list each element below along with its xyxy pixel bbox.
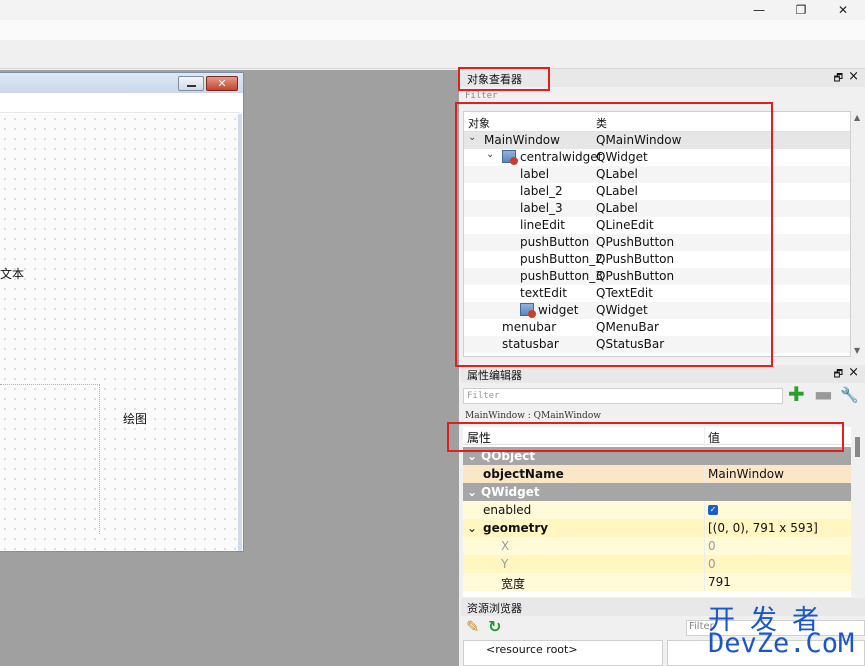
- property-name: X: [501, 539, 510, 553]
- property-name: geometry: [483, 521, 549, 535]
- property-name: objectName: [483, 467, 564, 481]
- form-close-icon[interactable]: ✕: [206, 76, 238, 91]
- minus-icon[interactable]: ▬: [814, 384, 833, 404]
- resource-tree[interactable]: <resource root>: [463, 640, 663, 666]
- property-name: enabled: [483, 503, 532, 517]
- float-icon[interactable]: 🗗: [834, 71, 843, 88]
- form-menubar[interactable]: [0, 93, 240, 113]
- object-tree-scrollbar[interactable]: ▲ ▼: [851, 111, 865, 357]
- designer-toolbar: [0, 40, 865, 69]
- property-name: 宽度: [501, 577, 526, 591]
- property-object-line: MainWindow : QMainWindow: [465, 411, 601, 421]
- widget-draw-area[interactable]: [0, 384, 100, 534]
- enabled-checkbox[interactable]: ✓: [708, 505, 718, 515]
- property-value[interactable]: 0: [708, 539, 716, 553]
- chevron-down-icon[interactable]: ⌄: [467, 521, 477, 535]
- property-row-objectname[interactable]: objectName MainWindow: [463, 465, 851, 483]
- minimize-icon[interactable]: —: [737, 0, 781, 20]
- form-label-draw[interactable]: 绘图: [123, 410, 147, 427]
- scroll-thumb[interactable]: [855, 437, 860, 457]
- property-table[interactable]: 属性 值 ⌄ QObject objectName MainWindow ⌄ Q…: [463, 427, 851, 597]
- property-table-scrollbar[interactable]: [851, 427, 865, 597]
- window-titlebar: — ❐ ✕: [0, 0, 865, 20]
- form-scrollbar[interactable]: [238, 114, 242, 551]
- annotation-box-object-tree: [455, 102, 773, 367]
- property-row-width[interactable]: 宽度 791: [463, 573, 851, 591]
- annotation-box-property-header: [447, 422, 844, 452]
- property-row-y[interactable]: Y 0: [463, 555, 851, 573]
- resource-browser-title: 资源浏览器: [467, 602, 522, 615]
- form-label-text[interactable]: 文本: [0, 265, 24, 282]
- property-row-geometry[interactable]: ⌄ geometry [(0, 0), 791 x 593]: [463, 519, 851, 537]
- chevron-down-icon[interactable]: ⌄: [467, 485, 477, 499]
- form-minimize-icon[interactable]: [178, 76, 204, 91]
- property-value[interactable]: 791: [708, 575, 731, 589]
- designer-menubar: [0, 20, 865, 40]
- watermark-logo: 开发者 DevZe.CoM: [706, 598, 865, 666]
- group-row-qwidget[interactable]: ⌄ QWidget: [463, 483, 851, 501]
- close-icon[interactable]: ×: [848, 69, 859, 84]
- watermark-line2: DevZe.CoM: [708, 628, 855, 659]
- property-name: Y: [501, 557, 509, 571]
- wrench-icon[interactable]: 🔧: [840, 386, 860, 404]
- pencil-icon[interactable]: ✎: [466, 617, 479, 636]
- property-row-x[interactable]: X 0: [463, 537, 851, 555]
- resource-root-item[interactable]: <resource root>: [486, 643, 578, 656]
- reload-icon[interactable]: ↻: [488, 617, 501, 636]
- property-value[interactable]: MainWindow: [708, 467, 784, 481]
- scroll-down-icon[interactable]: ▼: [854, 346, 860, 355]
- property-editor-header: 属性编辑器 🗗 ×: [461, 365, 865, 383]
- property-value[interactable]: [(0, 0), 791 x 593]: [708, 521, 818, 535]
- property-row-enabled[interactable]: enabled ✓: [463, 501, 851, 519]
- object-filter-input[interactable]: Filter: [465, 91, 498, 101]
- property-editor-title: 属性编辑器: [467, 369, 522, 382]
- form-titlebar: ✕: [0, 73, 243, 93]
- scroll-up-icon[interactable]: ▲: [854, 113, 860, 122]
- group-label: QWidget: [481, 485, 540, 499]
- form-canvas[interactable]: [0, 114, 238, 551]
- property-filter-input[interactable]: Filter: [463, 388, 783, 404]
- form-preview-window[interactable]: ✕ 文本 绘图: [0, 72, 244, 552]
- plus-icon[interactable]: ✚: [788, 384, 806, 404]
- close-icon[interactable]: ✕: [821, 0, 865, 20]
- close-icon[interactable]: ×: [848, 365, 859, 380]
- float-icon[interactable]: 🗗: [834, 367, 843, 384]
- property-value[interactable]: 0: [708, 557, 716, 571]
- restore-icon[interactable]: ❐: [779, 0, 823, 20]
- annotation-box-inspector-title: [458, 67, 550, 91]
